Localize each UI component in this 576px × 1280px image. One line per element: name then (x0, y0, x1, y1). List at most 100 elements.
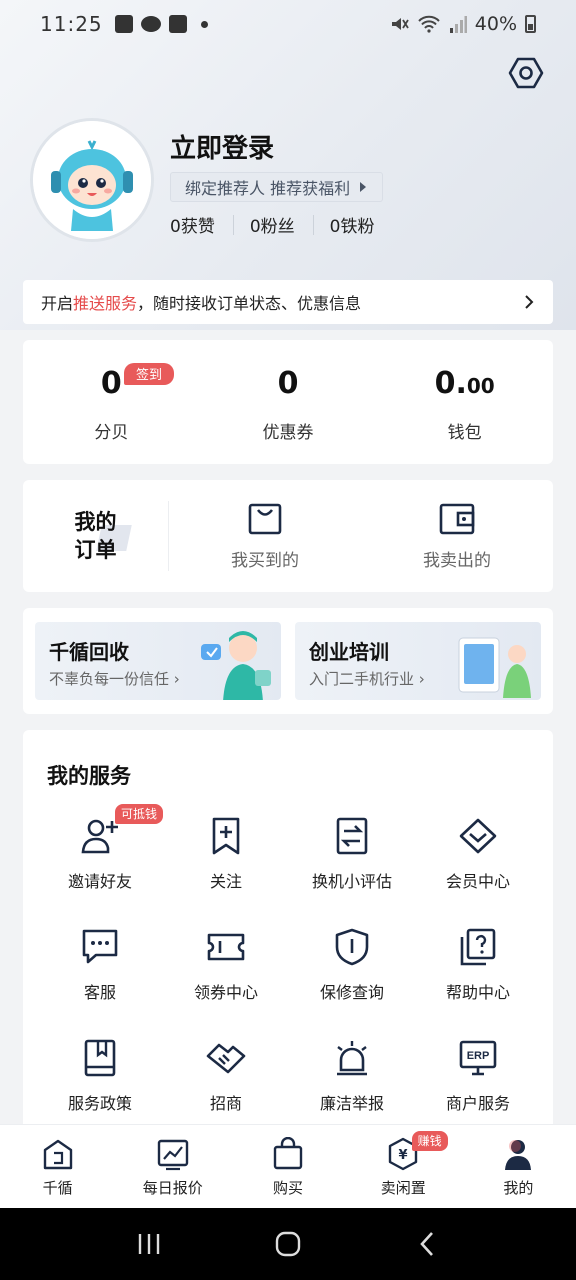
assets-card: 0 分贝 签到 0 优惠券 0.00 钱包 (23, 340, 553, 464)
wallet-value-decimal: 00 (466, 374, 495, 398)
sold-orders[interactable]: 我卖出的 (361, 502, 553, 571)
orders-title-line2: 订单 (74, 538, 117, 562)
bought-label: 我买到的 (231, 550, 299, 571)
service-label: 廉洁举报 (319, 1094, 384, 1113)
diamond-icon (459, 818, 497, 854)
battery-icon (525, 15, 536, 33)
robot-mascot-icon (33, 121, 151, 239)
service-customer-support[interactable]: 客服 (37, 919, 163, 1030)
service-label: 客服 (83, 983, 116, 1002)
status-bar: 11:25 40% (0, 0, 576, 48)
book-icon (84, 1039, 116, 1077)
back-button[interactable] (407, 1224, 447, 1264)
push-banner-suffix: ，随时接收订单状态、优惠信息 (137, 294, 362, 313)
service-trade-in[interactable]: 换机小评估 (289, 808, 415, 919)
tab-daily-quotes[interactable]: 每日报价 (115, 1125, 230, 1208)
services-title: 我的服务 (47, 764, 131, 788)
add-user-icon (81, 819, 118, 854)
tab-mine[interactable]: 我的 (461, 1125, 576, 1208)
service-help-center[interactable]: 帮助中心 (415, 919, 541, 1030)
wallet-item[interactable]: 0.00 钱包 (376, 340, 553, 464)
cloud-icon (140, 16, 161, 32)
service-follow[interactable]: 关注 (163, 808, 289, 919)
wallet-label: 钱包 (447, 423, 482, 443)
service-label: 商户服务 (445, 1094, 510, 1113)
orders-title-text: 我的 订单 (75, 508, 117, 564)
sold-label: 我卖出的 (423, 550, 491, 571)
service-warranty[interactable]: 保修查询 (289, 919, 415, 1030)
system-status: 40% (389, 13, 536, 35)
bought-orders[interactable]: 我买到的 (169, 502, 361, 571)
promo-card: 千循回收 不辜负每一份信任 › 创业培训 入门二手机行业 › (23, 608, 553, 714)
tab-label: 我的 (503, 1179, 534, 1197)
home-icon (43, 1139, 72, 1170)
referral-button[interactable]: 绑定推荐人 推荐获福利 (170, 172, 384, 202)
wallet-value: 0.00 (376, 366, 553, 401)
earn-badge: 赚钱 (411, 1131, 448, 1151)
points-item[interactable]: 0 分贝 签到 (23, 340, 200, 464)
training-promo-title: 创业培训 (309, 640, 389, 664)
alarm-icon (337, 1041, 367, 1076)
coupons-item[interactable]: 0 优惠券 (200, 340, 377, 464)
avatar[interactable] (30, 118, 154, 242)
chevron-right-icon (525, 295, 534, 309)
divider (312, 214, 314, 235)
deduct-badge: 可抵钱 (115, 804, 163, 824)
shopping-bag-icon (248, 503, 282, 534)
status-time: 11:25 (40, 12, 103, 36)
signal-icon (449, 16, 467, 33)
recycle-promo-subtitle: 不辜负每一份信任 › (49, 670, 180, 688)
service-coupon-center[interactable]: 领券中心 (163, 919, 289, 1030)
push-banner-highlight: 推送服务 (73, 294, 138, 313)
phone-training-icon (458, 637, 531, 698)
home-circle-icon (275, 1231, 301, 1257)
tab-sell[interactable]: ¥ 卖闲置 赚钱 (346, 1125, 461, 1208)
service-label: 邀请好友 (67, 872, 132, 891)
my-services-card: 我的服务 邀请好友 可抵钱 关注 换机小评估 会员中心 客服 领券中心 保修查询… (23, 730, 553, 1130)
my-orders-title[interactable]: 我的 订单 (23, 501, 169, 571)
login-button[interactable]: 立即登录 (170, 128, 274, 165)
battery-percent: 40% (474, 13, 517, 35)
help-icon (460, 928, 496, 966)
svg-text:¥: ¥ (399, 1148, 408, 1163)
orders-title-line1: 我的 (74, 510, 117, 534)
followers-count[interactable]: 0粉丝 (250, 212, 313, 237)
likes-count[interactable]: 0获赞 (170, 212, 233, 237)
checkin-badge[interactable]: 签到 (124, 363, 175, 385)
recent-apps-icon (139, 1234, 160, 1254)
service-label: 服务政策 (67, 1094, 132, 1113)
recent-apps-button[interactable] (129, 1224, 169, 1264)
tab-home[interactable]: 千循 (0, 1125, 115, 1208)
home-button[interactable] (268, 1224, 308, 1264)
bottom-tab-bar: 千循 每日报价 购买 ¥ 卖闲置 赚钱 我的 (0, 1124, 576, 1208)
push-banner-prefix: 开启 (41, 294, 74, 313)
service-label: 会员中心 (445, 872, 510, 891)
training-promo[interactable]: 创业培训 入门二手机行业 › (295, 622, 541, 700)
recycle-mascot-icon (201, 631, 271, 700)
service-label: 帮助中心 (445, 983, 510, 1002)
service-membership[interactable]: 会员中心 (415, 808, 541, 919)
settings-button[interactable] (508, 55, 544, 91)
shield-icon (335, 928, 369, 966)
recycle-promo[interactable]: 千循回收 不辜负每一份信任 › (35, 622, 281, 700)
mute-icon (391, 18, 409, 30)
push-notification-banner[interactable]: 开启 推送服务 ，随时接收订单状态、优惠信息 (23, 280, 553, 324)
bookmark-plus-icon (212, 817, 240, 855)
wallet-icon (439, 503, 475, 534)
svg-text:ERP: ERP (467, 1050, 490, 1062)
swap-icon (336, 817, 368, 855)
service-invite-friends[interactable]: 邀请好友 可抵钱 (37, 804, 163, 919)
more-dot-icon (200, 20, 208, 28)
fans-count[interactable]: 0铁粉 (330, 212, 393, 237)
system-navigation-bar (0, 1208, 576, 1280)
divider (232, 214, 234, 235)
tab-buy[interactable]: 购买 (230, 1125, 345, 1208)
checkbox-icon (168, 15, 187, 33)
wallet-value-int: 0. (434, 366, 467, 401)
gallery-icon (114, 15, 133, 33)
services-grid: 邀请好友 可抵钱 关注 换机小评估 会员中心 客服 领券中心 保修查询 帮助中心… (37, 804, 541, 1141)
coupons-label: 优惠券 (262, 423, 314, 443)
profile-stats: 0获赞 0粉丝 0铁粉 (170, 212, 392, 237)
chat-icon (82, 929, 118, 964)
wifi-icon (418, 15, 440, 33)
